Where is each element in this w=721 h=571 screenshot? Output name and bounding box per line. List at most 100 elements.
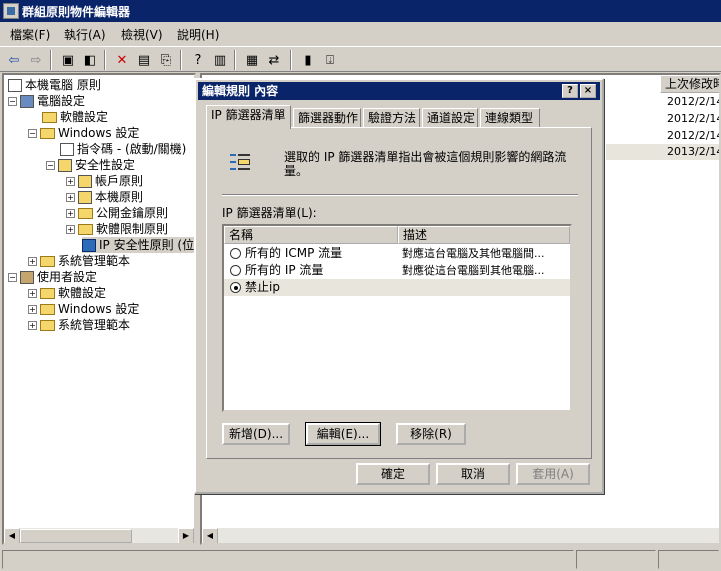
computer-icon	[20, 95, 34, 108]
tree-security-settings[interactable]: − 安全性設定	[46, 157, 135, 173]
collapse-icon[interactable]: −	[28, 129, 37, 138]
add-button[interactable]: 新增(D)...	[222, 423, 290, 445]
tree-account-policies[interactable]: + 帳戶原則	[66, 173, 143, 189]
toolbar: ⇦ ⇨ ▣ ◧ ✕ ▤ ⎘ ? ▥ ▦ ⇄ ▮ ⍗	[0, 46, 721, 72]
ipsec-icon	[82, 239, 96, 252]
tree-user-config[interactable]: − 使用者設定	[8, 269, 97, 285]
ok-button[interactable]: 確定	[356, 463, 430, 485]
folder-lock-icon	[78, 175, 92, 188]
expand-icon[interactable]: +	[28, 289, 37, 298]
export-list-icon[interactable]: ⎘	[156, 50, 176, 70]
tree-user-software-settings[interactable]: + 軟體設定	[28, 285, 106, 301]
menu-file[interactable]: 檔案(F)	[10, 26, 50, 43]
status-panel-2	[576, 550, 656, 569]
radio-selected-icon[interactable]	[230, 282, 241, 293]
up-folder-icon[interactable]: ▣	[58, 50, 78, 70]
column-name[interactable]: 名稱	[224, 226, 398, 244]
show-hide-tree-icon[interactable]: ◧	[80, 50, 100, 70]
tree-local-policies[interactable]: + 本機原則	[66, 189, 143, 205]
description-text: 選取的 IP 篩選器清單指出會被這個規則影響的網路流量。	[284, 150, 567, 178]
menubar: 檔案(F) 執行(A) 檢視(V) 說明(H)	[0, 24, 721, 44]
tab-connection-type[interactable]: 連線類型	[480, 108, 540, 128]
scroll-left-icon[interactable]: ◀	[202, 528, 218, 543]
forward-arrow-icon[interactable]: ⇨	[26, 50, 46, 70]
expand-icon[interactable]: +	[66, 225, 75, 234]
script-icon	[60, 143, 74, 156]
security-icon	[58, 159, 72, 172]
expand-icon[interactable]: +	[28, 321, 37, 330]
list-row[interactable]: 2012/2/14 T	[667, 111, 719, 127]
menu-action[interactable]: 執行(A)	[64, 26, 106, 43]
filter-list[interactable]: 名稱 描述 所有的 ICMP 流量 對應這台電腦及其他電腦間... 所有的 IP…	[222, 224, 572, 412]
status-panel-3	[658, 550, 719, 569]
radio-icon[interactable]	[230, 265, 241, 276]
expand-icon[interactable]: +	[66, 193, 75, 202]
folder-icon	[42, 112, 57, 123]
tree-ipsec-policies[interactable]: IP 安全性原則 (位	[82, 237, 194, 253]
filter-row-selected[interactable]: 禁止ip	[224, 279, 570, 296]
tree-public-key-policies[interactable]: + 公開金鑰原則	[66, 205, 168, 221]
list-row[interactable]: 2012/2/14 T	[667, 94, 719, 110]
tree-computer-config[interactable]: − 電腦設定	[8, 93, 85, 109]
collapse-icon[interactable]: −	[8, 97, 17, 106]
cancel-button[interactable]: 取消	[436, 463, 510, 485]
remove-button[interactable]: 移除(R)	[396, 423, 466, 445]
properties-icon[interactable]: ▤	[134, 50, 154, 70]
folder-icon	[40, 288, 55, 299]
tab-filter-action[interactable]: 篩選器動作	[293, 108, 361, 128]
folder-icon	[40, 128, 55, 139]
collapse-icon[interactable]: −	[46, 161, 55, 170]
filter-list-icon	[230, 150, 252, 176]
scroll-thumb[interactable]	[20, 529, 132, 543]
help-button[interactable]: ?	[562, 84, 578, 98]
menu-help[interactable]: 說明(H)	[177, 26, 219, 43]
dialog-title: 編輯規則 內容	[202, 84, 279, 98]
expand-icon[interactable]: +	[28, 257, 37, 266]
console-icon[interactable]: ▥	[210, 50, 230, 70]
create-policy-icon[interactable]: ▦	[242, 50, 262, 70]
filter-list-label: IP 篩選器清單(L):	[222, 206, 317, 220]
assign-icon[interactable]: ▮	[298, 50, 318, 70]
apply-button[interactable]: 套用(A)	[516, 463, 590, 485]
list-row-selected[interactable]: 2013/2/14 上	[606, 144, 719, 160]
scroll-right-icon[interactable]: ▶	[178, 528, 194, 543]
policy-icon	[8, 79, 22, 92]
app-icon	[3, 3, 19, 19]
menu-view[interactable]: 檢視(V)	[121, 26, 163, 43]
tree-user-windows-settings[interactable]: + Windows 設定	[28, 301, 139, 317]
list-hscrollbar[interactable]: ◀	[202, 527, 719, 543]
folder-icon	[78, 208, 93, 219]
tab-auth-methods[interactable]: 驗證方法	[363, 108, 420, 128]
tree-software-settings[interactable]: 軟體設定	[42, 109, 108, 125]
column-last-modified[interactable]: 上次修改時	[660, 75, 719, 93]
scroll-left-icon[interactable]: ◀	[4, 528, 20, 543]
tab-ip-filter-list[interactable]: IP 篩選器清單	[206, 105, 291, 129]
tree-user-admin-templates[interactable]: + 系統管理範本	[28, 317, 130, 333]
tree-root[interactable]: 本機電腦 原則	[8, 77, 101, 93]
back-arrow-icon[interactable]: ⇦	[4, 50, 24, 70]
manage-filters-icon[interactable]: ⇄	[264, 50, 284, 70]
collapse-icon[interactable]: −	[8, 273, 17, 282]
delete-icon[interactable]: ✕	[112, 50, 132, 70]
expand-icon[interactable]: +	[66, 209, 75, 218]
expand-icon[interactable]: +	[66, 177, 75, 186]
window-titlebar: 群組原則物件編輯器	[0, 0, 721, 22]
filter-row[interactable]: 所有的 ICMP 流量 對應這台電腦及其他電腦間...	[224, 245, 570, 262]
help-icon[interactable]: ?	[188, 50, 208, 70]
filter-row[interactable]: 所有的 IP 流量 對應從這台電腦到其他電腦...	[224, 262, 570, 279]
tree-pane[interactable]: 本機電腦 原則 − 電腦設定 軟體設定 − Windows 設定 指令碼 - (啟動…	[2, 73, 196, 545]
column-description[interactable]: 描述	[398, 226, 570, 244]
tree-scripts[interactable]: 指令碼 - (啟動/關機)	[60, 141, 186, 157]
tree-windows-settings[interactable]: − Windows 設定	[28, 125, 139, 141]
tab-tunnel-settings[interactable]: 通道設定	[422, 108, 478, 128]
unassign-icon[interactable]: ⍗	[320, 50, 340, 70]
edit-button[interactable]: 編輯(E)...	[305, 422, 381, 446]
tree-software-restriction[interactable]: + 軟體限制原則	[66, 221, 168, 237]
tree-hscrollbar[interactable]: ◀ ▶	[4, 527, 194, 543]
radio-icon[interactable]	[230, 248, 241, 259]
tree-admin-templates[interactable]: + 系統管理範本	[28, 253, 130, 269]
close-button[interactable]: ×	[580, 84, 596, 98]
list-row[interactable]: 2012/2/14 T	[667, 128, 719, 144]
status-panel-main	[2, 550, 574, 569]
expand-icon[interactable]: +	[28, 305, 37, 314]
